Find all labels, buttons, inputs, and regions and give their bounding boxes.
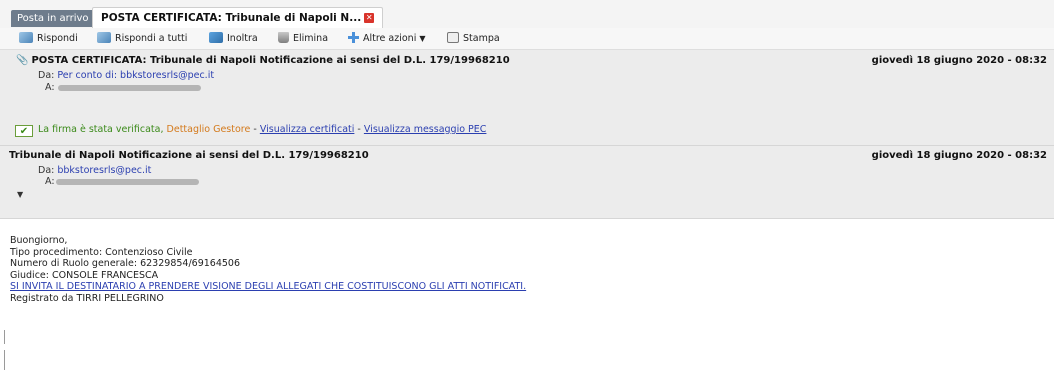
paperclip-icon[interactable]: 📎 xyxy=(16,55,28,66)
more-actions-button[interactable]: Altre azioni ▼ xyxy=(348,32,426,46)
body-line: Tipo procedimento: Contenzioso Civile xyxy=(10,246,193,258)
pec-message-header: 📎 POSTA CERTIFICATA: Tribunale di Napoli … xyxy=(0,50,1054,145)
tab-message[interactable]: POSTA CERTIFICATA: Tribunale di Napoli N… xyxy=(92,7,384,28)
body-line: Registrato da TIRRI PELLEGRINO xyxy=(10,292,164,304)
reply-label: Rispondi xyxy=(37,33,78,44)
close-icon[interactable]: ✕ xyxy=(364,13,375,23)
message-toolbar: Rispondi Rispondi a tutti Inoltra Elimin… xyxy=(0,28,1054,50)
print-icon xyxy=(447,32,459,43)
inner-to-label: A: xyxy=(45,176,55,187)
pec-date: giovedì 18 giugno 2020 - 08:32 xyxy=(871,55,1047,66)
delete-button[interactable]: Elimina xyxy=(278,32,328,46)
reply-icon xyxy=(19,32,33,43)
plus-icon xyxy=(348,32,359,43)
pec-subject: 📎 POSTA CERTIFICATA: Tribunale di Napoli … xyxy=(16,55,510,66)
inner-date: giovedì 18 giugno 2020 - 08:32 xyxy=(871,150,1047,161)
reply-all-label: Rispondi a tutti xyxy=(115,33,188,44)
signature-verified-text: La firma è stata verificata, xyxy=(38,124,164,135)
inner-from-address[interactable]: bbkstoresrls@pec.it xyxy=(57,165,151,176)
print-label: Stampa xyxy=(463,33,500,44)
forward-label: Inoltra xyxy=(227,33,258,44)
inner-message-header: Tribunale di Napoli Notificazione ai sen… xyxy=(0,146,1054,219)
inner-subject: Tribunale di Napoli Notificazione ai sen… xyxy=(9,150,369,161)
scrollbar-mark xyxy=(4,330,5,344)
more-actions-label: Altre azioni xyxy=(363,33,417,44)
reply-all-icon xyxy=(97,32,111,43)
pec-from-label: Da: xyxy=(38,70,55,81)
tab-inbox[interactable]: Posta in arrivo xyxy=(11,10,95,27)
forward-button[interactable]: Inoltra xyxy=(209,32,258,46)
checkmark-icon: ✔ xyxy=(15,125,33,137)
reply-all-button[interactable]: Rispondi a tutti xyxy=(97,32,187,46)
body-greeting: Buongiorno, xyxy=(10,235,68,246)
print-button[interactable]: Stampa xyxy=(447,32,500,46)
separator: - xyxy=(253,124,257,135)
inner-from: Da: bbkstoresrls@pec.it xyxy=(38,165,151,176)
pec-from: Da: Per conto di: bbkstoresrls@pec.it xyxy=(38,70,214,81)
trash-icon xyxy=(278,32,289,43)
body-link[interactable]: SI INVITA IL DESTINATARIO A PRENDERE VIS… xyxy=(10,281,526,293)
reply-button[interactable]: Rispondi xyxy=(19,32,78,46)
view-certificates-link[interactable]: Visualizza certificati xyxy=(260,124,355,135)
tab-message-label: POSTA CERTIFICATA: Tribunale di Napoli N… xyxy=(101,12,362,24)
pec-to-label: A: xyxy=(45,82,55,93)
pec-from-address[interactable]: Per conto di: bbkstoresrls@pec.it xyxy=(57,70,214,81)
redacted-recipient xyxy=(56,179,199,185)
view-pec-message-link[interactable]: Visualizza messaggio PEC xyxy=(364,124,487,135)
forward-icon xyxy=(209,32,223,43)
signature-status: ✔ La firma è stata verificata, Dettaglio … xyxy=(15,124,486,138)
delete-label: Elimina xyxy=(293,33,329,44)
chevron-down-icon: ▼ xyxy=(419,34,426,43)
separator: - xyxy=(357,124,361,135)
pec-subject-text: POSTA CERTIFICATA: Tribunale di Napoli N… xyxy=(31,55,510,66)
body-line: Numero di Ruolo generale: 62329854/69164… xyxy=(10,258,241,270)
tab-bar: Posta in arrivo POSTA CERTIFICATA: Tribu… xyxy=(0,0,1054,28)
gestore-details-link[interactable]: Dettaglio Gestore xyxy=(167,124,251,135)
redacted-recipient xyxy=(58,85,201,91)
scrollbar-mark xyxy=(4,350,5,370)
inner-from-label: Da: xyxy=(38,165,55,176)
expand-headers-icon[interactable]: ▼ xyxy=(17,190,23,199)
body-line: Giudice: CONSOLE FRANCESCA xyxy=(10,269,159,281)
message-body: Buongiorno, Tipo procedimento: Contenzio… xyxy=(10,235,526,305)
